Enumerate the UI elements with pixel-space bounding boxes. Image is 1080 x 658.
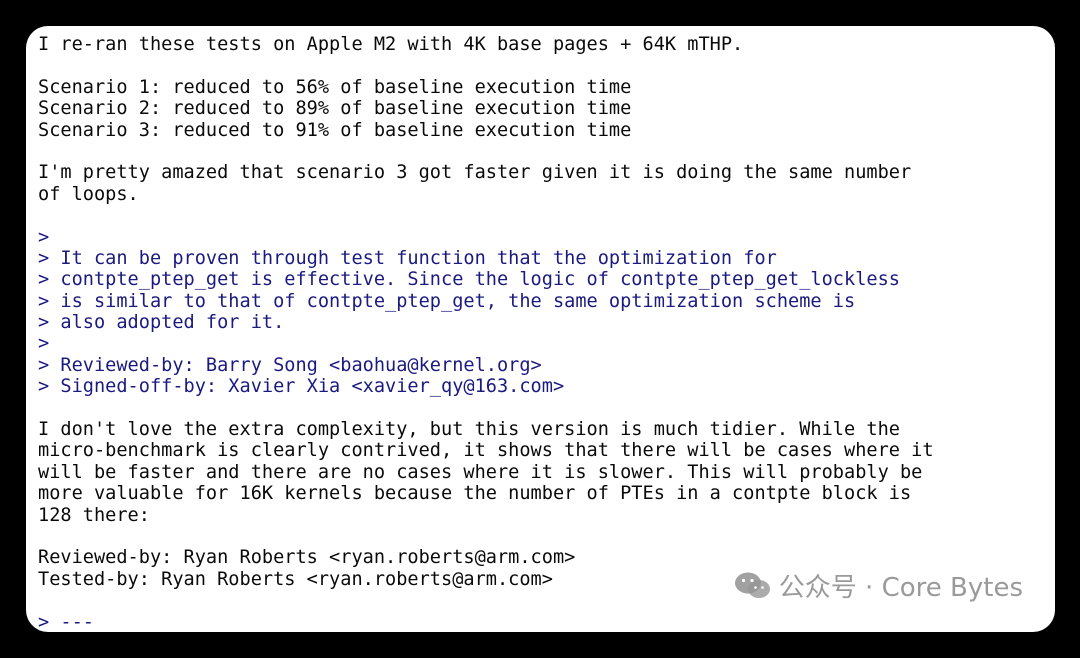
wechat-icon: [734, 572, 770, 598]
quoted-line: >: [38, 333, 50, 355]
quoted-line: > is similar to that of contpte_ptep_get…: [38, 290, 856, 312]
email-line: Reviewed-by: Ryan Roberts <ryan.roberts@…: [38, 547, 576, 569]
quoted-line: > also adopted for it.: [38, 312, 285, 334]
email-line: 128 there:: [38, 504, 150, 526]
email-line: will be faster and there are no cases wh…: [38, 461, 923, 483]
email-line: micro-benchmark is clearly contrived, it…: [38, 440, 934, 462]
email-line: Scenario 2: reduced to 89% of baseline e…: [38, 98, 632, 120]
email-line: I re-ran these tests on Apple M2 with 4K…: [38, 34, 744, 55]
email-line: [38, 398, 934, 419]
email-line: Scenario 1: reduced to 56% of baseline e…: [38, 76, 632, 98]
quoted-line: >: [38, 226, 50, 248]
email-line: I don't love the extra complexity, but t…: [38, 419, 900, 441]
email-line: more valuable for 16K kernels because th…: [38, 483, 912, 505]
quoted-line: > contpte_ptep_get is effective. Since t…: [38, 269, 900, 291]
email-card: I re-ran these tests on Apple M2 with 4K…: [26, 26, 1055, 632]
email-line: [38, 55, 934, 76]
email-line: [38, 141, 934, 162]
quoted-line: > It can be proven through test function…: [38, 247, 777, 269]
email-line: [38, 526, 934, 547]
watermark-text: 公众号 · Core Bytes: [778, 573, 1023, 603]
email-line: of loops.: [38, 183, 139, 205]
quoted-line: > ---: [38, 611, 94, 632]
email-line: Scenario 3: reduced to 91% of baseline e…: [38, 119, 632, 141]
watermark: 公众号 · Core Bytes: [733, 567, 1023, 604]
email-line: I'm pretty amazed that scenario 3 got fa…: [38, 162, 912, 184]
quoted-line: > Reviewed-by: Barry Song <baohua@kernel…: [38, 354, 542, 376]
email-body: I re-ran these tests on Apple M2 with 4K…: [38, 34, 934, 632]
email-line: [38, 205, 934, 226]
quoted-line: > Signed-off-by: Xavier Xia <xavier_qy@1…: [38, 376, 565, 398]
